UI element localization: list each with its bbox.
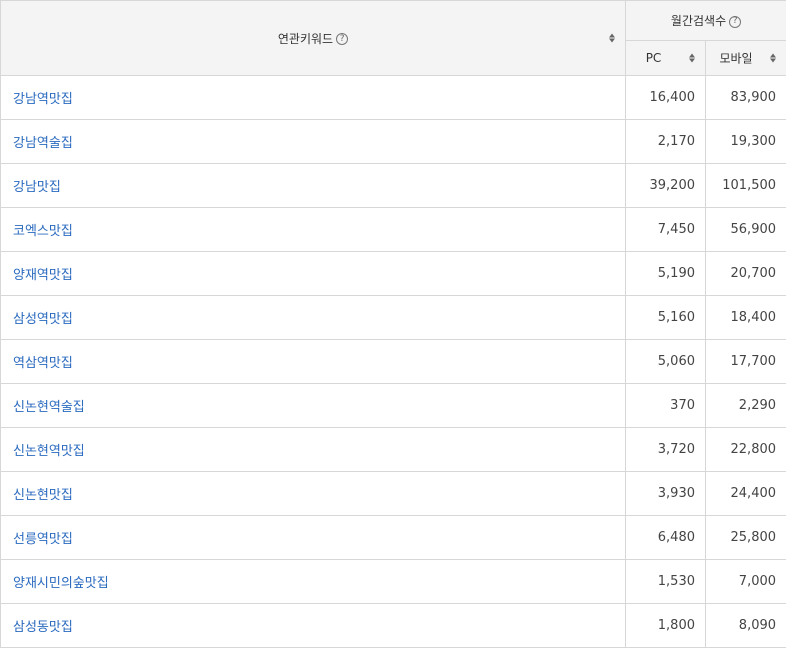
keyword-cell: 역삼역맛집 <box>1 340 626 384</box>
pc-count: 5,190 <box>626 252 706 296</box>
keyword-cell: 강남역술집 <box>1 120 626 164</box>
pc-count: 5,060 <box>626 340 706 384</box>
table-row: 신논현역술집 3702,290 <box>1 384 786 428</box>
pc-count: 2,170 <box>626 120 706 164</box>
keyword-cell: 신논현맛집 <box>1 472 626 516</box>
keyword-cell: 선릉역맛집 <box>1 516 626 560</box>
pc-count: 16,400 <box>626 76 706 120</box>
table-row: 강남맛집 39,200101,500 <box>1 164 786 208</box>
table-row: 삼성역맛집 5,16018,400 <box>1 296 786 340</box>
keyword-cell: 양재역맛집 <box>1 252 626 296</box>
mobile-count: 2,290 <box>706 384 786 428</box>
pc-count: 370 <box>626 384 706 428</box>
keyword-cell: 강남역맛집 <box>1 76 626 120</box>
keyword-cell: 코엑스맛집 <box>1 208 626 252</box>
keyword-column-header[interactable]: 연관키워드? <box>1 1 626 76</box>
mobile-count: 22,800 <box>706 428 786 472</box>
mobile-column-header[interactable]: 모바일 <box>706 41 786 76</box>
keyword-table: 연관키워드? 월간검색수? PC 모바일 강남역맛집 16,40083,900 강… <box>0 0 786 648</box>
table-row: 양재시민의숲맛집 1,5307,000 <box>1 560 786 604</box>
pc-count: 1,800 <box>626 604 706 648</box>
table-row: 신논현역맛집 3,72022,800 <box>1 428 786 472</box>
keyword-link[interactable]: 강남역맛집 <box>13 92 73 107</box>
pc-count: 1,530 <box>626 560 706 604</box>
table-row: 양재역맛집 5,19020,700 <box>1 252 786 296</box>
monthly-search-label: 월간검색수 <box>671 14 726 28</box>
table-row: 선릉역맛집 6,48025,800 <box>1 516 786 560</box>
table-row: 신논현맛집 3,93024,400 <box>1 472 786 516</box>
mobile-count: 18,400 <box>706 296 786 340</box>
pc-count: 39,200 <box>626 164 706 208</box>
pc-count: 3,720 <box>626 428 706 472</box>
mobile-count: 7,000 <box>706 560 786 604</box>
keyword-cell: 삼성동맛집 <box>1 604 626 648</box>
sort-icon[interactable] <box>609 34 615 43</box>
keyword-link[interactable]: 강남역술집 <box>13 136 73 151</box>
help-icon[interactable]: ? <box>729 16 741 28</box>
keyword-cell: 양재시민의숲맛집 <box>1 560 626 604</box>
keyword-table-body: 강남역맛집 16,40083,900 강남역술집 2,17019,300 강남맛집 3… <box>1 76 786 648</box>
table-row: 강남역술집 2,17019,300 <box>1 120 786 164</box>
pc-count: 7,450 <box>626 208 706 252</box>
mobile-count: 19,300 <box>706 120 786 164</box>
keyword-link[interactable]: 삼성동맛집 <box>13 620 73 635</box>
keyword-column-label: 연관키워드 <box>278 32 333 46</box>
keyword-cell: 강남맛집 <box>1 164 626 208</box>
pc-column-label: PC <box>626 51 681 65</box>
table-row: 강남역맛집 16,40083,900 <box>1 76 786 120</box>
monthly-search-header: 월간검색수? <box>626 1 786 41</box>
keyword-link[interactable]: 강남맛집 <box>13 180 61 195</box>
sort-icon[interactable] <box>770 54 776 63</box>
mobile-count: 25,800 <box>706 516 786 560</box>
keyword-link[interactable]: 삼성역맛집 <box>13 312 73 327</box>
keyword-cell: 신논현역술집 <box>1 384 626 428</box>
table-row: 삼성동맛집 1,8008,090 <box>1 604 786 648</box>
mobile-count: 56,900 <box>706 208 786 252</box>
keyword-link[interactable]: 선릉역맛집 <box>13 532 73 547</box>
mobile-count: 24,400 <box>706 472 786 516</box>
mobile-count: 8,090 <box>706 604 786 648</box>
keyword-link[interactable]: 양재시민의숲맛집 <box>13 576 109 591</box>
keyword-link[interactable]: 코엑스맛집 <box>13 224 73 239</box>
pc-count: 6,480 <box>626 516 706 560</box>
pc-column-header[interactable]: PC <box>626 41 706 76</box>
keyword-link[interactable]: 양재역맛집 <box>13 268 73 283</box>
keyword-link[interactable]: 신논현역술집 <box>13 400 85 415</box>
mobile-count: 83,900 <box>706 76 786 120</box>
keyword-link[interactable]: 역삼역맛집 <box>13 356 73 371</box>
mobile-column-label: 모바일 <box>706 50 766 67</box>
help-icon[interactable]: ? <box>336 33 348 45</box>
mobile-count: 17,700 <box>706 340 786 384</box>
table-row: 코엑스맛집 7,45056,900 <box>1 208 786 252</box>
keyword-cell: 신논현역맛집 <box>1 428 626 472</box>
pc-count: 5,160 <box>626 296 706 340</box>
keyword-link[interactable]: 신논현역맛집 <box>13 444 85 459</box>
mobile-count: 101,500 <box>706 164 786 208</box>
pc-count: 3,930 <box>626 472 706 516</box>
table-row: 역삼역맛집 5,06017,700 <box>1 340 786 384</box>
keyword-link[interactable]: 신논현맛집 <box>13 488 73 503</box>
keyword-cell: 삼성역맛집 <box>1 296 626 340</box>
sort-icon[interactable] <box>689 54 695 63</box>
mobile-count: 20,700 <box>706 252 786 296</box>
